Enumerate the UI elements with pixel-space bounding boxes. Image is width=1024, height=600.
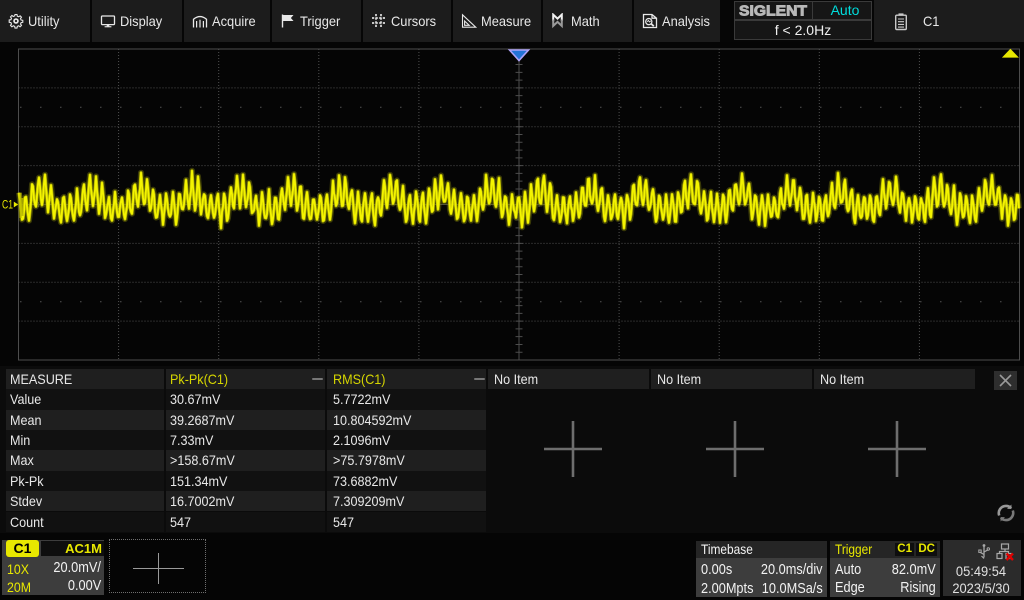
svg-text:C1: C1 bbox=[2, 198, 13, 212]
